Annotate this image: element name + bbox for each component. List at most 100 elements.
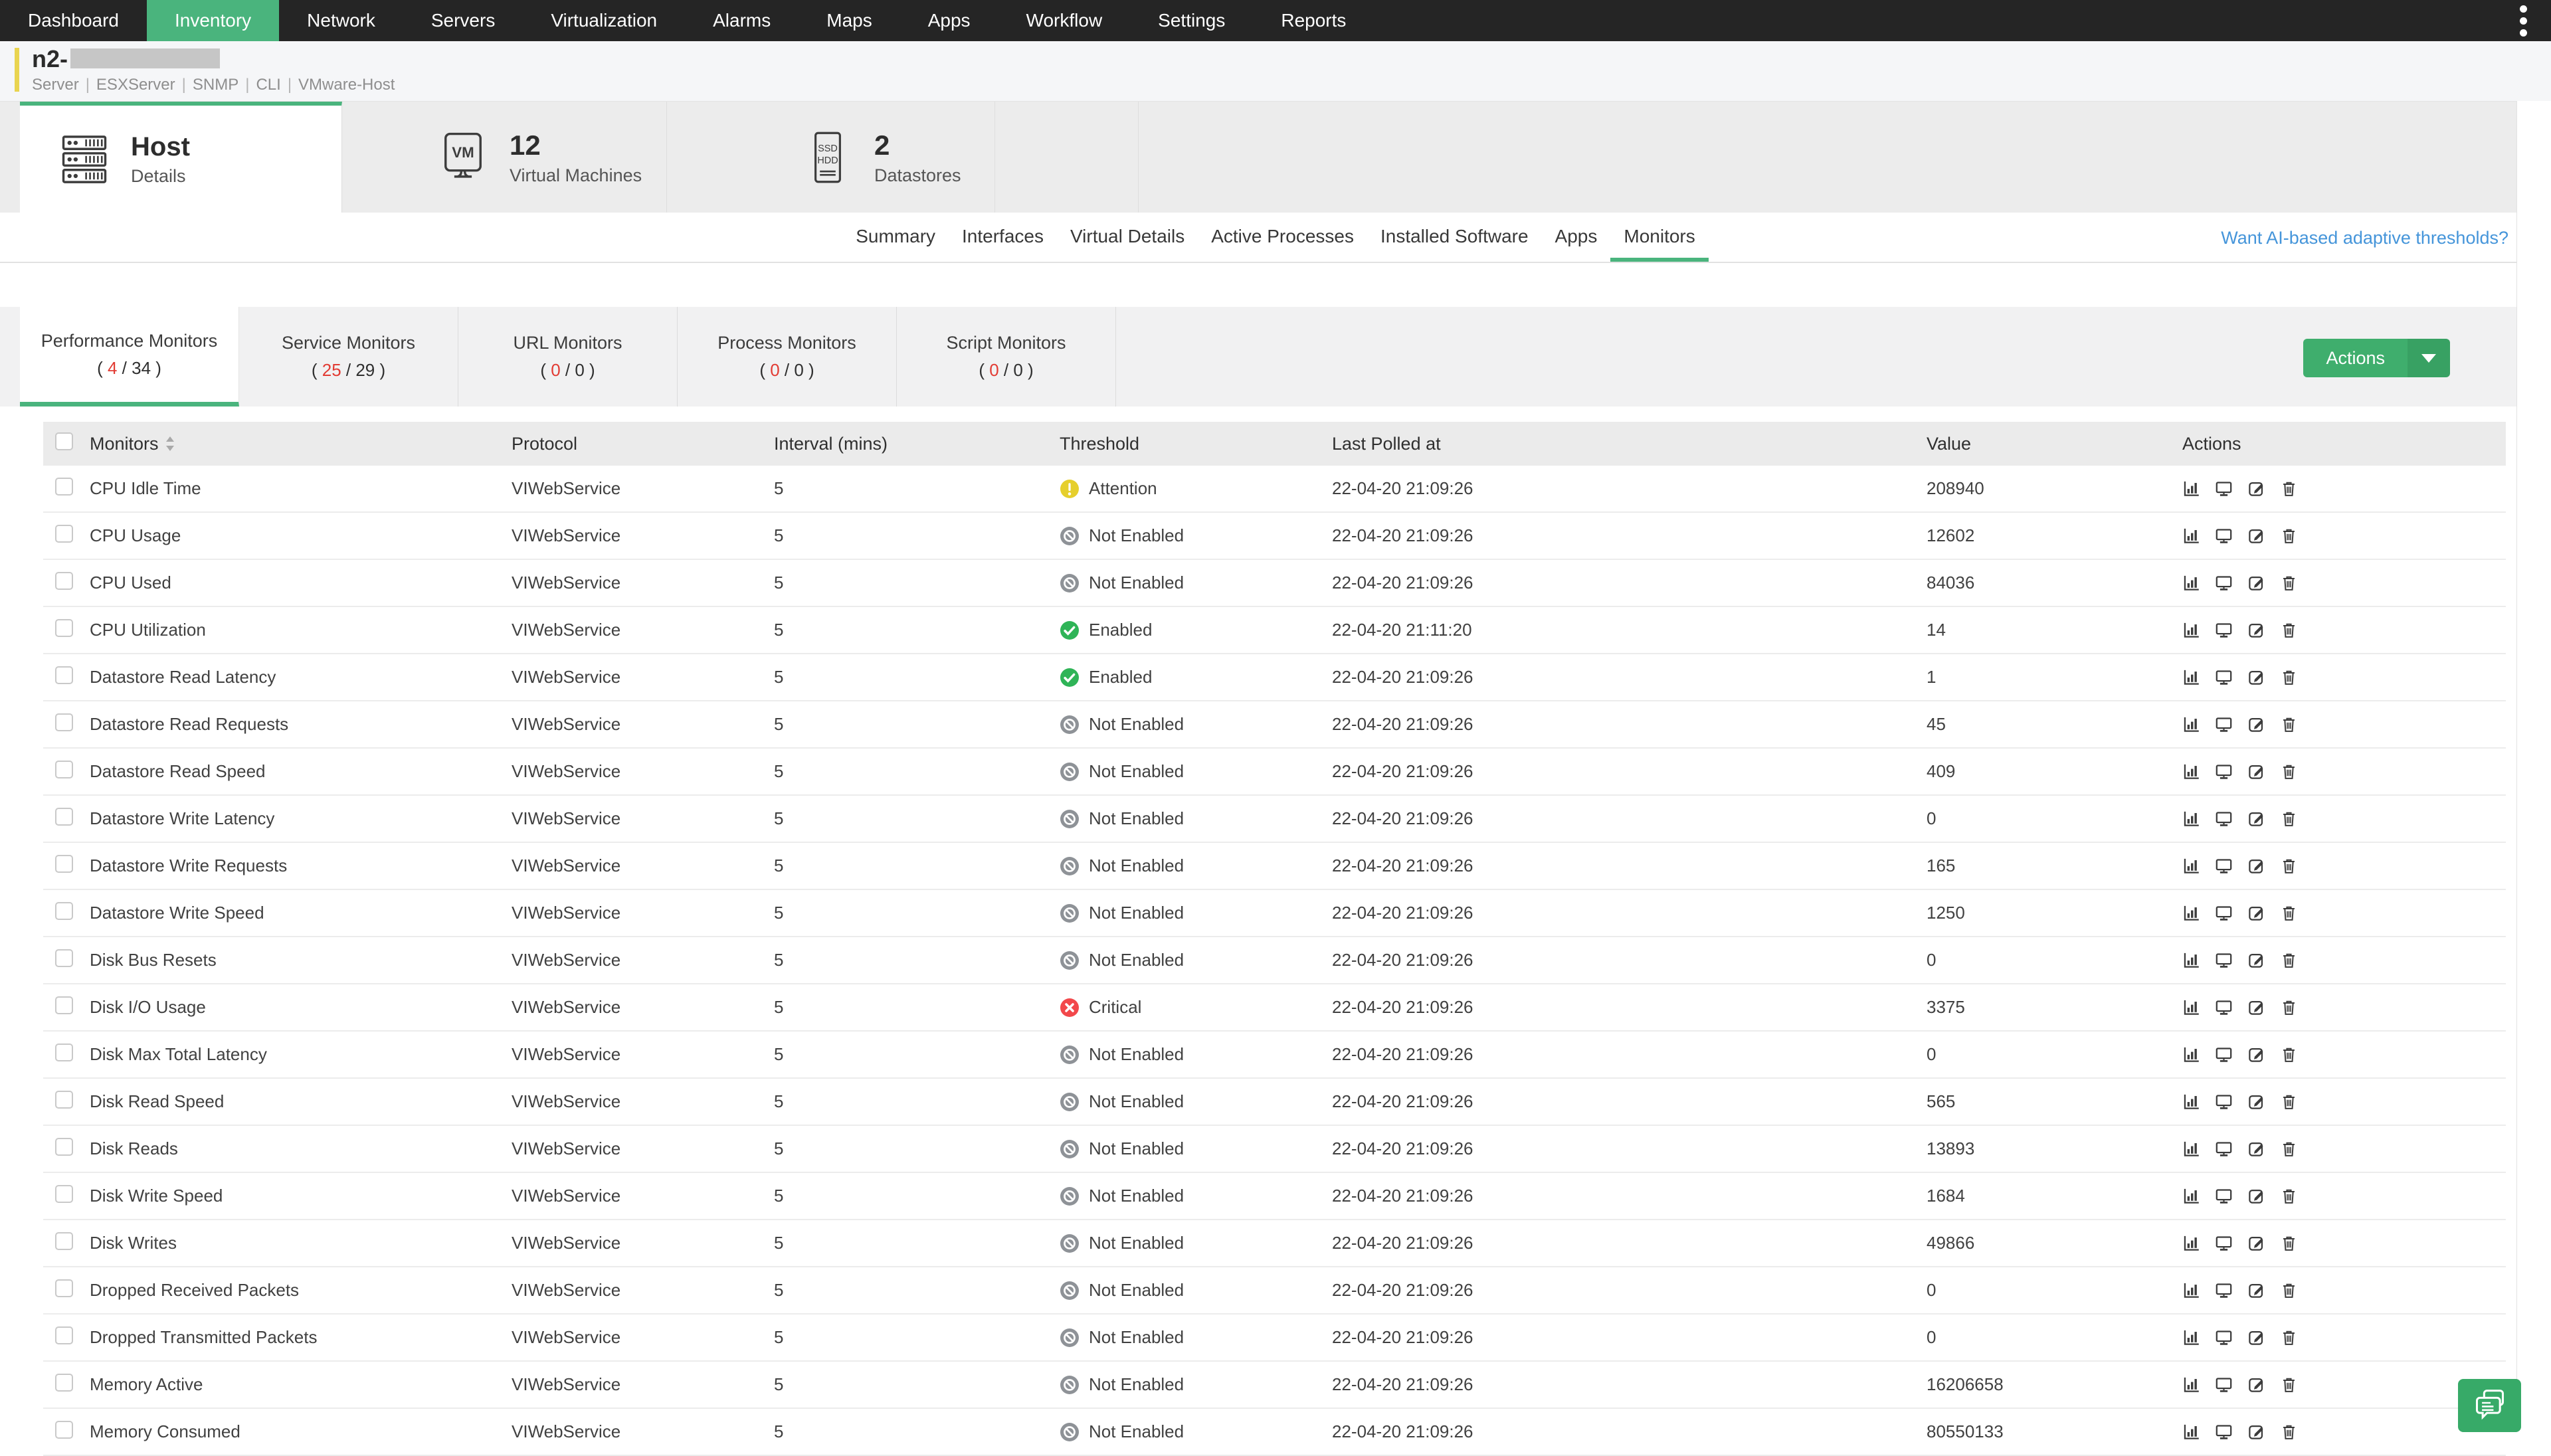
monitor-icon[interactable] [2215, 1093, 2233, 1111]
delete-icon[interactable] [2280, 1187, 2298, 1205]
monitor-name[interactable]: Disk Bus Resets [90, 950, 512, 970]
monitor-icon[interactable] [2215, 480, 2233, 498]
actions-split-button[interactable]: Actions [2303, 339, 2450, 377]
delete-icon[interactable] [2280, 763, 2298, 780]
tab-interfaces[interactable]: Interfaces [949, 213, 1057, 262]
monitor-icon[interactable] [2215, 763, 2233, 780]
column-last-polled[interactable]: Last Polled at [1332, 434, 1927, 454]
delete-icon[interactable] [2280, 1140, 2298, 1158]
row-checkbox[interactable] [55, 1279, 73, 1297]
row-checkbox[interactable] [55, 761, 73, 778]
edit-icon[interactable] [2247, 480, 2265, 498]
monitor-name[interactable]: Datastore Read Requests [90, 714, 512, 735]
row-checkbox[interactable] [55, 619, 73, 637]
nav-item-reports[interactable]: Reports [1253, 0, 1374, 41]
monitor-icon[interactable] [2215, 904, 2233, 922]
column-interval[interactable]: Interval (mins) [774, 434, 1060, 454]
edit-icon[interactable] [2247, 574, 2265, 592]
monitor-name[interactable]: Memory Consumed [90, 1421, 512, 1442]
edit-icon[interactable] [2247, 810, 2265, 828]
monitor-icon[interactable] [2215, 1234, 2233, 1252]
row-checkbox[interactable] [55, 996, 73, 1014]
delete-icon[interactable] [2280, 1234, 2298, 1252]
monitor-name[interactable]: CPU Utilization [90, 620, 512, 640]
monitor-name[interactable]: CPU Usage [90, 525, 512, 546]
edit-icon[interactable] [2247, 1328, 2265, 1346]
actions-button[interactable]: Actions [2303, 339, 2408, 377]
edit-icon[interactable] [2247, 904, 2265, 922]
delete-icon[interactable] [2280, 574, 2298, 592]
edit-icon[interactable] [2247, 668, 2265, 686]
chart-icon[interactable] [2182, 998, 2200, 1016]
monitor-icon[interactable] [2215, 1281, 2233, 1299]
monitor-name[interactable]: Disk Write Speed [90, 1186, 512, 1206]
chart-icon[interactable] [2182, 621, 2200, 639]
chart-icon[interactable] [2182, 763, 2200, 780]
monitor-icon[interactable] [2215, 1376, 2233, 1394]
edit-icon[interactable] [2247, 1423, 2265, 1441]
edit-icon[interactable] [2247, 1140, 2265, 1158]
chart-icon[interactable] [2182, 1234, 2200, 1252]
monitor-icon[interactable] [2215, 998, 2233, 1016]
nav-item-alarms[interactable]: Alarms [685, 0, 799, 41]
monitor-name[interactable]: CPU Idle Time [90, 478, 512, 499]
row-checkbox[interactable] [55, 713, 73, 731]
montab-script-monitors[interactable]: Script Monitors ( 0 / 0 ) [897, 307, 1116, 407]
montab-process-monitors[interactable]: Process Monitors ( 0 / 0 ) [678, 307, 897, 407]
chart-icon[interactable] [2182, 1328, 2200, 1346]
nav-item-network[interactable]: Network [279, 0, 403, 41]
delete-icon[interactable] [2280, 621, 2298, 639]
monitor-name[interactable]: Disk Max Total Latency [90, 1044, 512, 1065]
monitor-icon[interactable] [2215, 1423, 2233, 1441]
card-datastores[interactable]: SSD HDD 2Datastores [667, 102, 995, 213]
chart-icon[interactable] [2182, 857, 2200, 875]
nav-item-maps[interactable]: Maps [799, 0, 899, 41]
monitor-icon[interactable] [2215, 668, 2233, 686]
tab-installed-software[interactable]: Installed Software [1367, 213, 1542, 262]
chart-icon[interactable] [2182, 480, 2200, 498]
nav-item-virtualization[interactable]: Virtualization [523, 0, 685, 41]
edit-icon[interactable] [2247, 1281, 2265, 1299]
monitor-icon[interactable] [2215, 1140, 2233, 1158]
delete-icon[interactable] [2280, 1046, 2298, 1063]
monitor-name[interactable]: Datastore Write Requests [90, 856, 512, 876]
tab-active-processes[interactable]: Active Processes [1198, 213, 1367, 262]
delete-icon[interactable] [2280, 857, 2298, 875]
monitor-icon[interactable] [2215, 574, 2233, 592]
delete-icon[interactable] [2280, 1281, 2298, 1299]
delete-icon[interactable] [2280, 668, 2298, 686]
montab-service-monitors[interactable]: Service Monitors ( 25 / 29 ) [239, 307, 458, 407]
chart-icon[interactable] [2182, 715, 2200, 733]
row-checkbox[interactable] [55, 855, 73, 873]
card-host[interactable]: HostDetails [20, 102, 342, 213]
nav-item-settings[interactable]: Settings [1130, 0, 1253, 41]
monitor-icon[interactable] [2215, 951, 2233, 969]
row-checkbox[interactable] [55, 949, 73, 967]
card-virtual-machines[interactable]: VM 12Virtual Machines [342, 102, 667, 213]
kebab-menu-icon[interactable] [2510, 0, 2536, 41]
row-checkbox[interactable] [55, 1232, 73, 1250]
delete-icon[interactable] [2280, 480, 2298, 498]
monitor-icon[interactable] [2215, 1187, 2233, 1205]
monitor-name[interactable]: Disk I/O Usage [90, 997, 512, 1018]
monitor-name[interactable]: Datastore Write Speed [90, 903, 512, 923]
row-checkbox[interactable] [55, 808, 73, 826]
delete-icon[interactable] [2280, 904, 2298, 922]
monitor-name[interactable]: Memory Active [90, 1374, 512, 1395]
monitor-name[interactable]: Dropped Transmitted Packets [90, 1327, 512, 1348]
row-checkbox[interactable] [55, 1044, 73, 1061]
delete-icon[interactable] [2280, 1376, 2298, 1394]
row-checkbox[interactable] [55, 572, 73, 590]
edit-icon[interactable] [2247, 715, 2265, 733]
monitor-name[interactable]: Datastore Write Latency [90, 808, 512, 829]
sort-icon[interactable] [165, 436, 175, 452]
ai-thresholds-link[interactable]: Want AI-based adaptive thresholds? [2221, 213, 2508, 263]
delete-icon[interactable] [2280, 527, 2298, 545]
row-checkbox[interactable] [55, 1138, 73, 1156]
chart-icon[interactable] [2182, 1187, 2200, 1205]
select-all-checkbox[interactable] [55, 432, 73, 450]
chart-icon[interactable] [2182, 810, 2200, 828]
monitor-icon[interactable] [2215, 527, 2233, 545]
row-checkbox[interactable] [55, 525, 73, 543]
edit-icon[interactable] [2247, 1187, 2265, 1205]
